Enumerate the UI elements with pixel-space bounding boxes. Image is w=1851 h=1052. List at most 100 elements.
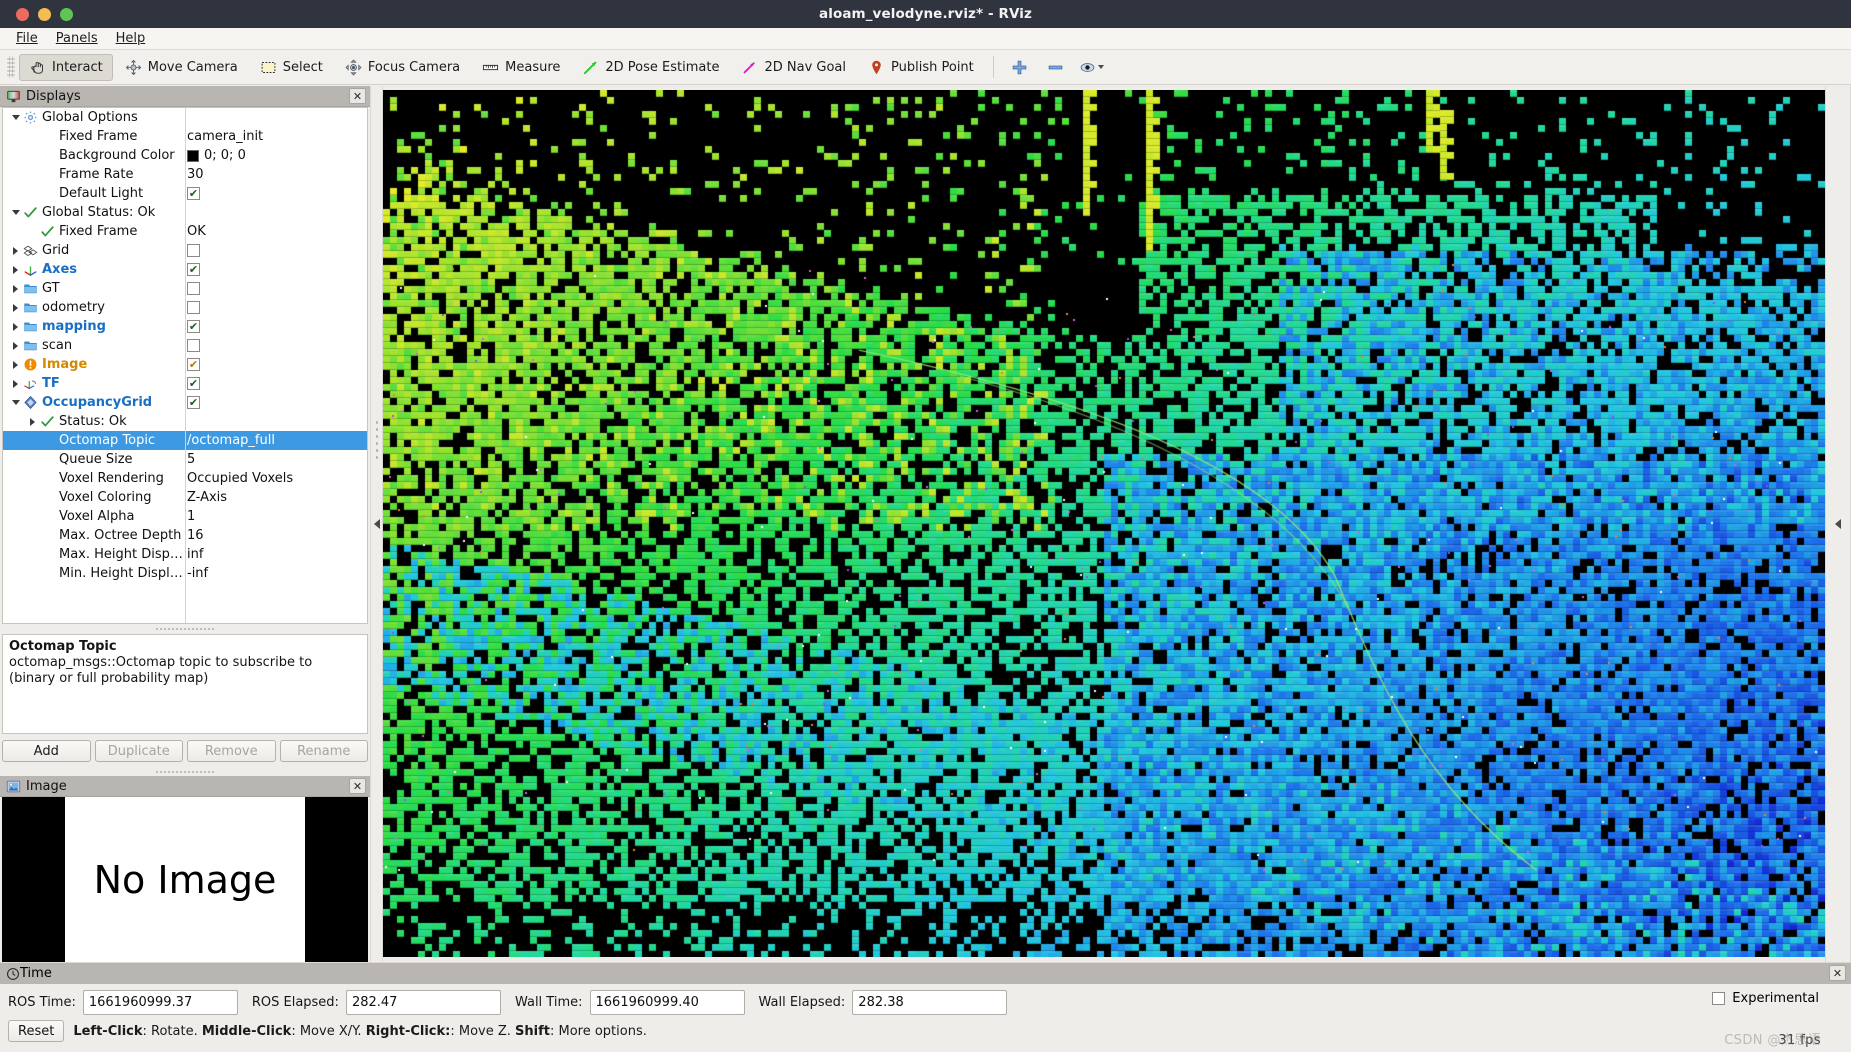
displays-close-button[interactable]: ✕ [349,88,366,104]
tool-move-camera-button[interactable]: Move Camera [115,54,248,81]
hint-text-part: : Move Z. [450,1023,516,1039]
chevron-right-icon[interactable] [10,321,21,332]
maximize-window-button[interactable] [60,7,73,21]
display-row-value[interactable]: 1 [185,509,367,524]
toolbar-grip[interactable] [7,56,15,78]
3d-render-view[interactable] [383,90,1825,957]
display-row-value[interactable]: Z-Axis [185,490,367,505]
display-row-name: Frame Rate [3,167,185,182]
duplicate-display-button[interactable]: Duplicate [94,740,183,762]
tool-select-button[interactable]: Select [250,54,333,81]
add-display-button[interactable]: Add [2,740,91,762]
chevron-right-icon[interactable] [10,264,21,275]
experimental-checkbox[interactable] [1712,992,1726,1005]
left-panel-collapse-handle[interactable] [370,86,383,962]
displays-splitter-grip[interactable] [155,625,215,632]
chevron-right-icon[interactable] [27,416,38,427]
image-dock-header: Image ✕ [0,776,370,797]
octomap-point-cloud-canvas[interactable] [383,90,1825,957]
experimental-toggle[interactable]: Experimental [1712,991,1819,1006]
chevron-right-icon[interactable] [10,302,21,313]
tool-properties-button[interactable] [1077,54,1107,81]
chevron-right-icon[interactable] [10,340,21,351]
chevron-down-icon[interactable] [10,397,21,408]
splitter-dots [375,418,378,459]
display-enable-checkbox[interactable]: ✔ [187,187,200,200]
rename-display-button[interactable]: Rename [279,740,368,762]
chevron-down-icon[interactable] [10,112,21,123]
display-row-value[interactable]: OK [185,224,367,239]
display-enable-checkbox[interactable] [187,301,200,314]
display-enable-checkbox[interactable] [187,339,200,352]
minimize-window-button[interactable] [38,7,51,21]
display-row-value[interactable]: ✔ [185,396,367,409]
description-body: octomap_msgs::Octomap topic to subscribe… [9,655,313,686]
display-row-value[interactable]: /octomap_full [185,433,367,448]
ros-elapsed-input[interactable]: 282.47 [345,989,501,1015]
tool-interact-label: Interact [52,59,103,75]
display-value-text: 0; 0; 0 [204,148,246,163]
tool-2d-pose-estimate-button[interactable]: 2D Pose Estimate [572,54,729,81]
image-close-button[interactable]: ✕ [349,778,366,794]
chevron-down-icon[interactable] [10,207,21,218]
dock-splitter-grip[interactable] [155,768,215,775]
display-row-value[interactable]: ✔ [185,187,367,200]
display-row-value[interactable]: ✔ [185,377,367,390]
tool-measure-button[interactable]: Measure [472,54,570,81]
chevron-down-icon [1098,65,1105,69]
display-row-value[interactable]: -inf [185,566,367,581]
display-row-value[interactable]: 30 [185,167,367,182]
display-row-value[interactable]: inf [185,547,367,562]
chevron-right-icon[interactable] [10,359,21,370]
image-render-view[interactable]: No Image [2,797,368,962]
right-panel-collapse-handle[interactable] [1825,86,1851,962]
display-row-value[interactable]: ✔ [185,320,367,333]
remove-tool-button[interactable] [1041,54,1071,81]
display-enable-checkbox[interactable] [187,244,200,257]
wall-elapsed-input[interactable]: 282.38 [852,989,1008,1015]
ros-time-input[interactable]: 1661960999.37 [82,989,238,1015]
chevron-right-icon[interactable] [10,245,21,256]
display-row-name: OccupancyGrid [3,395,185,410]
display-row-value[interactable] [185,339,367,352]
display-row-value[interactable]: ✔ [185,358,367,371]
menu-help[interactable]: Help [108,29,156,48]
tool-interact-button[interactable]: Interact [19,53,113,81]
display-row-value[interactable]: camera_init [185,129,367,144]
display-row-label: Fixed Frame [59,129,138,144]
chevron-right-icon[interactable] [10,378,21,389]
display-row-value[interactable]: 5 [185,452,367,467]
remove-display-button[interactable]: Remove [187,740,276,762]
tool-publish-point-button[interactable]: Publish Point [858,54,984,81]
color-swatch[interactable] [187,149,199,162]
menu-file[interactable]: File [8,29,48,48]
reset-button[interactable]: Reset [8,1020,65,1042]
display-row-value[interactable] [185,301,367,314]
display-row-value[interactable]: ✔ [185,263,367,276]
display-row-value[interactable] [185,244,367,257]
ros-elapsed-field: ROS Elapsed: 282.47 [252,989,501,1015]
display-row-value[interactable]: 0; 0; 0 [185,148,367,163]
display-enable-checkbox[interactable]: ✔ [187,320,200,333]
time-panel-close-button[interactable]: ✕ [1829,965,1846,981]
display-enable-checkbox[interactable] [187,282,200,295]
wall-time-input[interactable]: 1661960999.40 [589,989,745,1015]
display-row-value[interactable] [185,282,367,295]
add-tool-button[interactable] [1005,54,1035,81]
display-enable-checkbox[interactable]: ✔ [187,358,200,371]
display-row-value[interactable]: Occupied Voxels [185,471,367,486]
display-row-label: Min. Height Display [59,566,185,581]
close-window-button[interactable] [16,7,29,21]
tool-focus-camera-button[interactable]: Focus Camera [335,54,470,81]
display-enable-checkbox[interactable]: ✔ [187,263,200,276]
display-row-value[interactable]: 16 [185,528,367,543]
display-row-name: Queue Size [3,452,185,467]
display-enable-checkbox[interactable]: ✔ [187,396,200,409]
chevron-right-icon[interactable] [10,283,21,294]
display-enable-checkbox[interactable]: ✔ [187,377,200,390]
displays-tree[interactable]: Global Options Fixed Frame camera_init Back… [2,107,368,624]
menu-panels[interactable]: Panels [48,29,108,48]
tool-2d-nav-goal-button[interactable]: 2D Nav Goal [731,54,856,81]
